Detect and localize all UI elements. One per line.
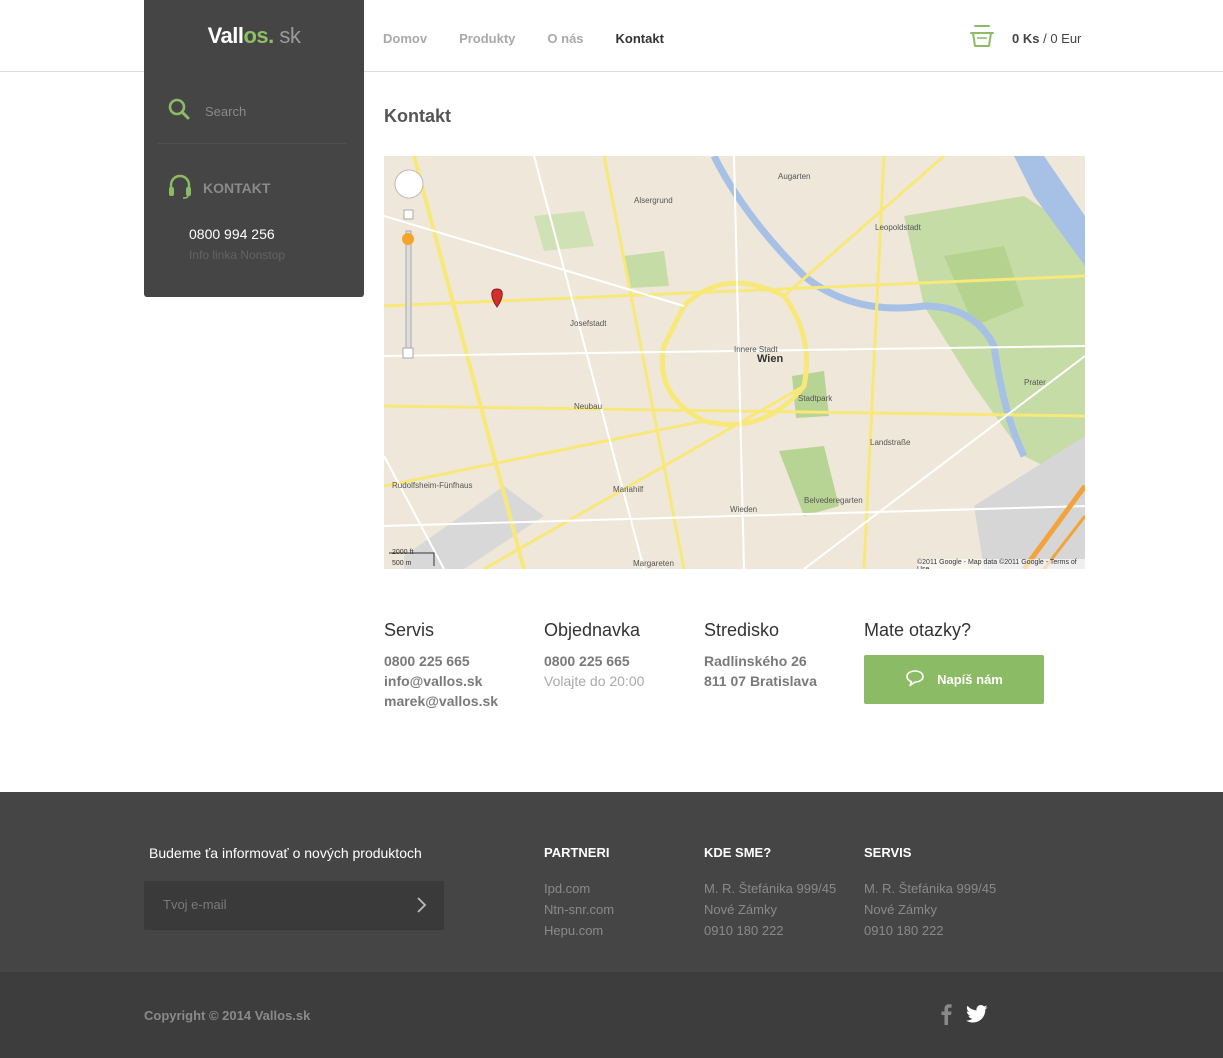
logo[interactable]: Vallos. sk: [208, 23, 301, 49]
cart-ks: 0 Ks: [1012, 31, 1040, 46]
bottom-bar: Copyright © 2014 Vallos.sk: [0, 972, 1223, 1058]
page-title: Kontakt: [384, 106, 451, 126]
sidebar-divider: [158, 143, 346, 144]
map-label: Stadtpark: [798, 394, 833, 403]
logo-main: Vall: [207, 23, 244, 48]
partner-link[interactable]: Ipd.com: [544, 878, 614, 899]
sidebar-search: [168, 98, 345, 125]
search-input[interactable]: [205, 104, 345, 119]
map-label: Innere Stadt: [734, 345, 778, 354]
footer-servis-title: SERVIS: [864, 845, 912, 860]
basket-icon[interactable]: [970, 24, 994, 53]
map-label: Margareten: [633, 559, 674, 568]
nav-produkty[interactable]: Produkty: [459, 31, 515, 46]
kontakt-heading-label: KONTAKT: [203, 179, 271, 196]
cart-summary: 0 Ks / 0 Eur: [1012, 31, 1081, 46]
footer-servis: SERVIS M. R. Štefánika 999/45 Nové Zámky…: [864, 845, 996, 941]
write-us-label: Napíš nám: [937, 672, 1003, 687]
nav-o-nas[interactable]: O nás: [547, 31, 583, 46]
chat-bubble-icon: [905, 669, 937, 690]
map-label: Josefstadt: [570, 319, 607, 328]
footer-servis-phone[interactable]: 0910 180 222: [864, 920, 996, 941]
copyright: Copyright © 2014 Vallos.sk: [144, 1008, 311, 1023]
contact-objednavka: Objednavka 0800 225 665 Volajte do 20:00: [544, 620, 644, 691]
servis-title: Servis: [384, 620, 435, 640]
servis-email-marek[interactable]: marek@vallos.sk: [384, 691, 498, 711]
write-us-button[interactable]: Napíš nám: [864, 655, 1044, 704]
footer-partneri: PARTNERI Ipd.com Ntn-snr.com Hepu.com: [544, 845, 614, 941]
objednavka-note: Volajte do 20:00: [544, 673, 645, 689]
twitter-icon[interactable]: [966, 1005, 988, 1028]
kde-sme-title: KDE SME?: [704, 845, 772, 860]
logo-tld: sk: [273, 23, 301, 48]
objednavka-phone[interactable]: 0800 225 665: [544, 651, 644, 671]
kde-sme-street: M. R. Štefánika 999/45: [704, 881, 837, 896]
map-label: Neubau: [574, 402, 603, 411]
partner-link[interactable]: Hepu.com: [544, 920, 614, 941]
social-links: [940, 1003, 988, 1030]
map-label: Leopoldstadt: [875, 223, 921, 232]
nav-kontakt[interactable]: Kontakt: [616, 31, 664, 46]
logo-box[interactable]: Vallos. sk: [144, 0, 364, 72]
footer: Budeme ťa informovať o nových produktoch…: [0, 792, 1223, 972]
main-nav: Domov Produkty O nás Kontakt: [383, 31, 664, 46]
stredisko-street: Radlinského 26: [704, 653, 807, 669]
map-label: Rudolfsheim-Fünfhaus: [392, 481, 473, 490]
kde-sme-city: Nové Zámky: [704, 902, 777, 917]
map-label: Prater: [1024, 378, 1046, 387]
map-attribution[interactable]: ©2011 Google - Map data ©2011 Google - T…: [917, 559, 1085, 569]
map-label: Wieden: [730, 505, 758, 514]
map-label: Landstraße: [870, 438, 911, 447]
cart[interactable]: 0 Ks / 0 Eur: [970, 24, 1081, 53]
map-label: Mariahilf: [613, 485, 644, 494]
site-header: Vallos. sk Domov Produkty O nás Kontakt …: [0, 0, 1223, 72]
servis-phone[interactable]: 0800 225 665: [384, 651, 498, 671]
question-title: Mate otazky?: [864, 620, 972, 640]
search-icon[interactable]: [168, 98, 190, 125]
newsletter-form: [144, 881, 444, 930]
map-scale-m: 500 m: [392, 560, 412, 567]
logo-accent: os: [243, 23, 269, 48]
footer-kde-sme: KDE SME? M. R. Štefánika 999/45 Nové Zám…: [704, 845, 836, 941]
footer-servis-street: M. R. Štefánika 999/45: [864, 881, 997, 896]
stredisko-title: Stredisko: [704, 620, 780, 640]
map-label: Augarten: [778, 172, 811, 181]
facebook-icon[interactable]: [940, 1003, 952, 1030]
chevron-right-icon[interactable]: [416, 896, 428, 919]
sidebar-phone[interactable]: 0800 994 256: [189, 226, 275, 242]
partner-link[interactable]: Ntn-snr.com: [544, 899, 614, 920]
contact-stredisko: Stredisko Radlinského 26 811 07 Bratisla…: [704, 620, 817, 691]
sidebar: KONTAKT 0800 994 256 Info linka Nonstop: [144, 72, 364, 297]
partneri-title: PARTNERI: [544, 845, 610, 860]
stredisko-city: 811 07 Bratislava: [704, 673, 817, 689]
headset-icon: [168, 173, 192, 202]
objednavka-title: Objednavka: [544, 620, 641, 640]
cart-eur: 0 Eur: [1050, 31, 1082, 46]
kde-sme-phone[interactable]: 0910 180 222: [704, 920, 836, 941]
map-scale-ft: 2000 ft: [392, 549, 414, 556]
map[interactable]: Wien Josefstadt Innere Stadt Neubau Land…: [384, 156, 1085, 569]
contact-servis: Servis 0800 225 665 info@vallos.sk marek…: [384, 620, 498, 711]
map-city-label: Wien: [757, 353, 784, 365]
servis-email-info[interactable]: info@vallos.sk: [384, 671, 498, 691]
newsletter-title: Budeme ťa informovať o nových produktoch: [149, 845, 422, 861]
sidebar-phone-sub: Info linka Nonstop: [189, 248, 286, 262]
contact-question: Mate otazky?: [864, 620, 971, 651]
newsletter-email-input[interactable]: [163, 897, 383, 912]
map-label: Belvederegarten: [804, 496, 863, 505]
map-label: Alsergrund: [634, 196, 673, 205]
sidebar-kontakt-heading: KONTAKT: [168, 173, 270, 202]
footer-servis-city: Nové Zámky: [864, 902, 937, 917]
nav-domov[interactable]: Domov: [383, 31, 427, 46]
cart-separator: /: [1039, 31, 1051, 46]
